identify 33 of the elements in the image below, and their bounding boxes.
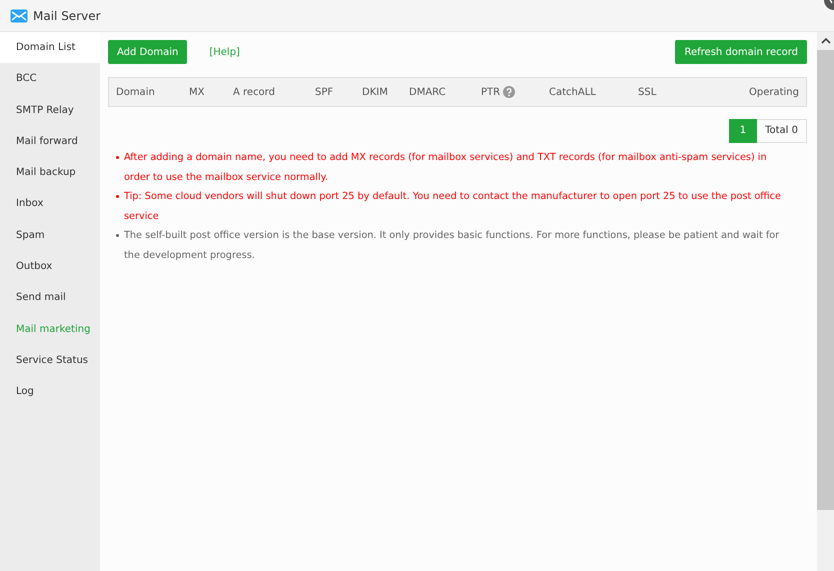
column-header: PTR <box>481 86 500 98</box>
sidebar-item[interactable]: Mail backup <box>0 157 100 188</box>
note-text: After adding a domain name, you need to add MX records (for mailbox services) and TXT records (for mailbox anti-spam services) in order to use the mailbox service normally. <box>124 152 767 182</box>
column-header: Operating <box>749 86 799 98</box>
sidebar-item[interactable]: Domain List <box>0 32 100 64</box>
column-header: Domain <box>116 86 155 98</box>
close-icon[interactable] <box>822 0 834 10</box>
note-text: The self-built post office version is the base version. It only provides basic functions. For more functions, please be patient and wait for the development progress. <box>124 230 780 260</box>
column-header: A record <box>233 86 275 98</box>
column-header: DKIM <box>362 86 388 98</box>
sidebar-item[interactable]: Spam <box>0 220 100 252</box>
sidebar-item[interactable]: Mail forward <box>0 126 100 158</box>
sidebar-item[interactable]: SMTP Relay <box>0 94 100 126</box>
window-title: Mail Server <box>33 8 101 22</box>
bullet-icon <box>116 234 119 237</box>
sidebar-item[interactable]: BCC <box>0 63 100 95</box>
sidebar-item[interactable]: Service Status <box>0 344 100 376</box>
sidebar-item[interactable]: Outbox <box>0 251 100 282</box>
envelope-icon <box>10 8 28 22</box>
column-header: DMARC <box>409 86 446 98</box>
column-header: SPF <box>315 86 334 98</box>
sidebar-item[interactable]: Log <box>0 376 100 408</box>
bullet-icon <box>116 195 119 198</box>
bullet-icon <box>116 156 119 159</box>
column-header: CatchALL <box>549 86 596 98</box>
note-text: Tip: Some cloud vendors will shut down port 25 by default. You need to contact the manufacturer to open port 25 to use the post office service <box>124 191 781 222</box>
help-icon[interactable] <box>503 86 516 98</box>
total-count: Total 0 <box>757 119 807 143</box>
caret-icon[interactable] <box>820 38 830 44</box>
column-header: MX <box>189 86 204 98</box>
sidebar-item[interactable]: Send mail <box>0 282 100 314</box>
sidebar-item[interactable]: Inbox <box>0 188 100 220</box>
column-header: SSL <box>638 86 656 98</box>
